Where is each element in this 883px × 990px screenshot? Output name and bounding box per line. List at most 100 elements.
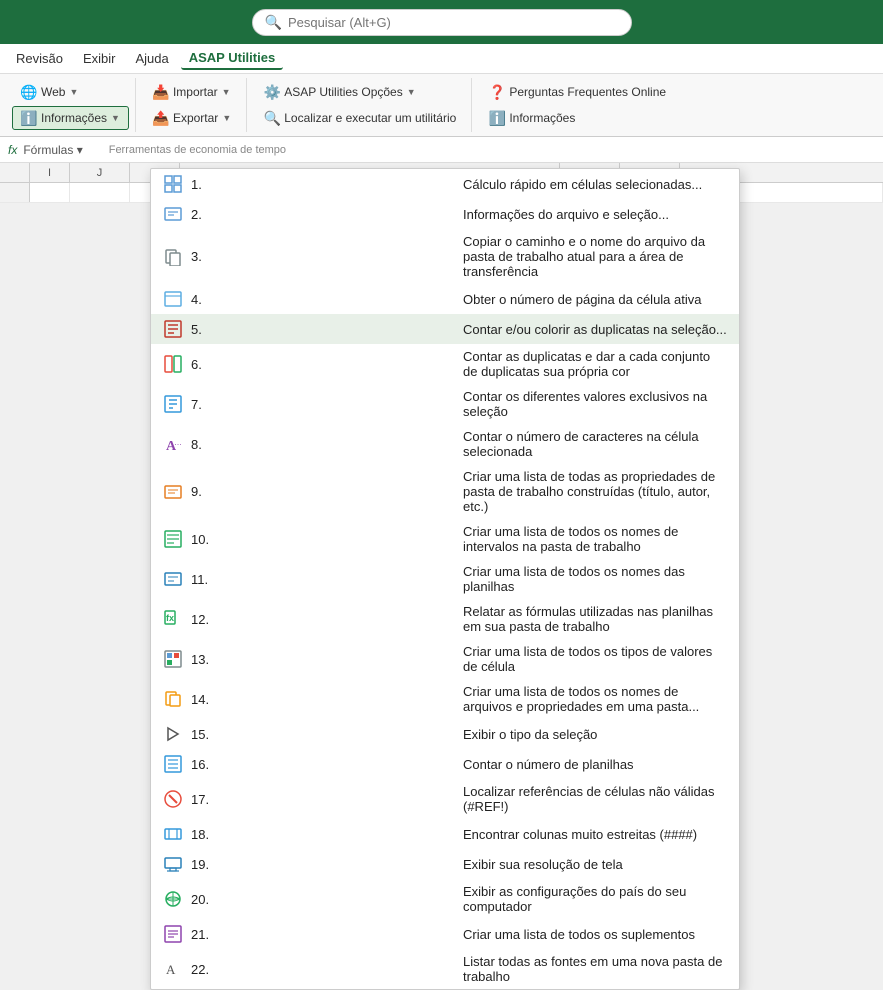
ribbon-btn-exportar[interactable]: 📤 Exportar ▼ bbox=[144, 106, 240, 130]
item-label-2: Informações do arquivo e seleção... bbox=[463, 207, 727, 222]
item-num-19: 19. bbox=[191, 857, 455, 872]
ribbon-btn-faq[interactable]: ❓ Perguntas Frequentes Online bbox=[480, 80, 675, 104]
chevron-down-icon-3: ▼ bbox=[222, 87, 231, 97]
menu-item-exibir[interactable]: Exibir bbox=[75, 48, 124, 69]
row-num bbox=[0, 183, 30, 202]
top-bar: 🔍 bbox=[0, 0, 883, 44]
menu-item-ajuda[interactable]: Ajuda bbox=[127, 48, 176, 69]
dropdown-item-6[interactable]: 6. Contar as duplicatas e dar a cada con… bbox=[151, 344, 739, 384]
dropdown-item-5[interactable]: 5. Contar e/ou colorir as duplicatas na … bbox=[151, 314, 739, 344]
item-icon-13 bbox=[163, 649, 183, 669]
item-num-17: 17. bbox=[191, 792, 455, 807]
search-icon: 🔍 bbox=[265, 14, 282, 31]
item-icon-18 bbox=[163, 824, 183, 844]
item-num-11: 11. bbox=[191, 572, 455, 587]
item-num-16: 16. bbox=[191, 757, 455, 772]
svg-text:…: … bbox=[174, 438, 182, 447]
item-num-5: 5. bbox=[191, 322, 455, 337]
ribbon-btn-importar[interactable]: 📥 Importar ▼ bbox=[144, 80, 240, 104]
ribbon-group-4: ❓ Perguntas Frequentes Online ℹ️ Informa… bbox=[474, 78, 681, 132]
item-label-11: Criar uma lista de todos os nomes das pl… bbox=[463, 564, 727, 594]
item-num-15: 15. bbox=[191, 727, 455, 742]
item-icon-19 bbox=[163, 854, 183, 874]
item-text-1: 1. bbox=[191, 177, 455, 192]
dropdown-item-16[interactable]: 16. Contar o número de planilhas bbox=[151, 749, 739, 779]
chevron-down-icon-5: ▼ bbox=[407, 87, 416, 97]
grid-cell[interactable] bbox=[30, 183, 70, 202]
col-header-j: J bbox=[70, 163, 130, 182]
item-icon-7 bbox=[163, 394, 183, 414]
chevron-down-icon-4: ▼ bbox=[222, 113, 231, 123]
dropdown-item-22[interactable]: A 22. Listar todas as fontes em uma nova… bbox=[151, 949, 739, 989]
item-num-7: 7. bbox=[191, 397, 455, 412]
item-icon-6 bbox=[163, 354, 183, 374]
item-label-21: Criar uma lista de todos os suplementos bbox=[463, 927, 727, 942]
dropdown-item-13[interactable]: 13. Criar uma lista de todos os tipos de… bbox=[151, 639, 739, 679]
dropdown-menu: 1. Cálculo rápido em células selecionada… bbox=[150, 168, 740, 990]
dropdown-item-9[interactable]: 9. Criar uma lista de todas as proprieda… bbox=[151, 464, 739, 519]
dropdown-item-20[interactable]: 20. Exibir as configurações do país do s… bbox=[151, 879, 739, 919]
item-label-7: Contar os diferentes valores exclusivos … bbox=[463, 389, 727, 419]
dropdown-item-2[interactable]: 2. Informações do arquivo e seleção... bbox=[151, 199, 739, 229]
faq-icon: ❓ bbox=[489, 84, 505, 100]
ribbon-group-1: 🌐 Web ▼ ℹ️ Informações ▼ bbox=[6, 78, 136, 132]
item-num-10: 10. bbox=[191, 532, 455, 547]
item-label-5: Contar e/ou colorir as duplicatas na sel… bbox=[463, 322, 727, 337]
item-icon-3 bbox=[163, 247, 183, 267]
col-header-i: I bbox=[30, 163, 70, 182]
find-icon: 🔍 bbox=[264, 110, 280, 126]
item-label-20: Exibir as configurações do país do seu c… bbox=[463, 884, 727, 914]
dropdown-item-15[interactable]: 15. Exibir o tipo da seleção bbox=[151, 719, 739, 749]
dropdown-item-14[interactable]: 14. Criar uma lista de todos os nomes de… bbox=[151, 679, 739, 719]
import-icon: 📥 bbox=[153, 84, 169, 100]
item-icon-5 bbox=[163, 319, 183, 339]
item-label-6: Contar as duplicatas e dar a cada conjun… bbox=[463, 349, 727, 379]
ribbon-btn-web[interactable]: 🌐 Web ▼ bbox=[12, 80, 87, 104]
ribbon-btn-localizar[interactable]: 🔍 Localizar e executar um utilitário bbox=[255, 106, 465, 130]
dropdown-item-3[interactable]: 3. Copiar o caminho e o nome do arquivo … bbox=[151, 229, 739, 284]
item-num-12: 12. bbox=[191, 612, 455, 627]
item-label-9: Criar uma lista de todas as propriedades… bbox=[463, 469, 727, 514]
item-num-2: 2. bbox=[191, 207, 455, 222]
item-num-20: 20. bbox=[191, 892, 455, 907]
item-label-3: Copiar o caminho e o nome do arquivo da … bbox=[463, 234, 727, 279]
item-label-12: Relatar as fórmulas utilizadas nas plani… bbox=[463, 604, 727, 634]
dropdown-item-10[interactable]: 10. Criar uma lista de todos os nomes de… bbox=[151, 519, 739, 559]
info2-icon: ℹ️ bbox=[489, 110, 505, 126]
menu-item-asap[interactable]: ASAP Utilities bbox=[181, 47, 283, 70]
item-label-4: Obter o número de página da célula ativa bbox=[463, 292, 727, 307]
dropdown-item-21[interactable]: 21. Criar uma lista de todos os suplemen… bbox=[151, 919, 739, 949]
item-num-4: 4. bbox=[191, 292, 455, 307]
item-icon-11 bbox=[163, 569, 183, 589]
search-box[interactable]: 🔍 bbox=[252, 9, 632, 36]
menu-item-revisao[interactable]: Revisão bbox=[8, 48, 71, 69]
item-icon-9 bbox=[163, 482, 183, 502]
item-icon-14 bbox=[163, 689, 183, 709]
menu-bar: Revisão Exibir Ajuda ASAP Utilities bbox=[0, 44, 883, 74]
ribbon-btn-info2[interactable]: ℹ️ Informações bbox=[480, 106, 584, 130]
item-num-9: 9. bbox=[191, 484, 455, 499]
chevron-down-icon: ▼ bbox=[69, 87, 78, 97]
item-icon-2 bbox=[163, 204, 183, 224]
dropdown-item-8[interactable]: A… 8. Contar o número de caracteres na c… bbox=[151, 424, 739, 464]
item-icon-12: fx bbox=[163, 609, 183, 629]
dropdown-item-18[interactable]: 18. Encontrar colunas muito estreitas (#… bbox=[151, 819, 739, 849]
dropdown-item-7[interactable]: 7. Contar os diferentes valores exclusiv… bbox=[151, 384, 739, 424]
item-num-21: 21. bbox=[191, 927, 455, 942]
item-num-13: 13. bbox=[191, 652, 455, 667]
search-input[interactable] bbox=[288, 15, 619, 30]
dropdown-item-12[interactable]: fx 12. Relatar as fórmulas utilizadas na… bbox=[151, 599, 739, 639]
dropdown-item-1[interactable]: 1. Cálculo rápido em células selecionada… bbox=[151, 169, 739, 199]
item-label-19: Exibir sua resolução de tela bbox=[463, 857, 727, 872]
ribbon-btn-informacoes[interactable]: ℹ️ Informações ▼ bbox=[12, 106, 129, 130]
ribbon: 🌐 Web ▼ ℹ️ Informações ▼ 📥 Importar ▼ 📤 bbox=[0, 74, 883, 137]
grid-cell[interactable] bbox=[70, 183, 130, 202]
ribbon-btn-opcoes[interactable]: ⚙️ ASAP Utilities Opções ▼ bbox=[255, 80, 424, 104]
item-label-1: Cálculo rápido em células selecionadas..… bbox=[463, 177, 727, 192]
dropdown-item-19[interactable]: 19. Exibir sua resolução de tela bbox=[151, 849, 739, 879]
dropdown-item-11[interactable]: 11. Criar uma lista de todos os nomes da… bbox=[151, 559, 739, 599]
formula-text: Fórmulas ▾ bbox=[23, 143, 82, 157]
dropdown-item-17[interactable]: 17. Localizar referências de células não… bbox=[151, 779, 739, 819]
dropdown-item-4[interactable]: 4. Obter o número de página da célula at… bbox=[151, 284, 739, 314]
item-label-8: Contar o número de caracteres na célula … bbox=[463, 429, 727, 459]
